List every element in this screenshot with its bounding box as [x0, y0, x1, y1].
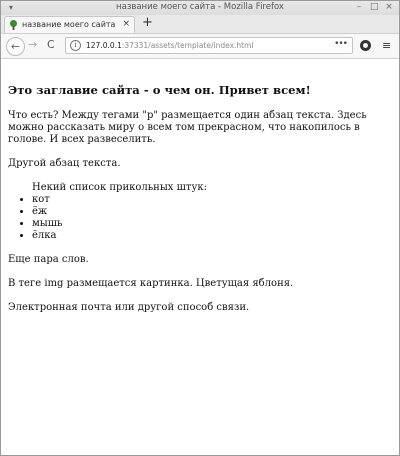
- list-intro: Некий список прикольных штук:: [32, 182, 207, 193]
- paragraph-intro: Что есть? Между тегами "p" размещается о…: [8, 110, 367, 145]
- list-item: кот: [32, 194, 392, 206]
- paragraph-words: Еще пара слов.: [8, 254, 89, 265]
- site-info-icon[interactable]: i: [70, 40, 81, 51]
- fun-things-list: кот ёж мышь ёлка: [8, 194, 392, 242]
- list-item: мышь: [32, 218, 392, 230]
- minimize-button[interactable]: –: [355, 2, 363, 12]
- new-tab-button[interactable]: +: [142, 16, 153, 30]
- maximize-button[interactable]: □: [370, 2, 379, 12]
- navigation-toolbar: ← → C i 127.0.0.1:37331/assets/template/…: [1, 34, 399, 59]
- back-button[interactable]: ←: [6, 37, 25, 56]
- page-content: Это заглавие сайта - о чем он. Привет вс…: [1, 59, 399, 455]
- title-bar: ▾ название моего сайта - Mozilla Firefox…: [1, 1, 399, 15]
- address-bar[interactable]: i 127.0.0.1:37331/assets/template/index.…: [65, 37, 353, 54]
- url-text[interactable]: 127.0.0.1:37331/assets/template/index.ht…: [86, 41, 253, 50]
- close-window-button[interactable]: ×: [385, 2, 393, 12]
- list-item: ёж: [32, 206, 392, 218]
- browser-window: ▾ название моего сайта - Mozilla Firefox…: [0, 0, 400, 456]
- reload-button[interactable]: C: [47, 38, 55, 51]
- tree-favicon-icon: [10, 20, 17, 30]
- tab-active[interactable]: название моего сайта ×: [4, 16, 135, 33]
- url-path: :37331/assets/template/index.html: [121, 41, 254, 50]
- page-heading: Это заглавие сайта - о чем он. Привет вс…: [8, 83, 311, 97]
- paragraph-image-note: В теге img размещается картинка. Цветуща…: [8, 278, 294, 289]
- tab-close-icon[interactable]: ×: [122, 19, 130, 29]
- list-item: ёлка: [32, 230, 392, 242]
- paragraph-contact: Электронная почта или другой способ связ…: [8, 302, 250, 313]
- window-title: название моего сайта - Mozilla Firefox: [116, 2, 284, 12]
- tab-title: название моего сайта: [22, 20, 116, 29]
- hamburger-menu-icon[interactable]: ≡: [382, 39, 391, 52]
- extension-icon[interactable]: [360, 40, 371, 51]
- forward-button[interactable]: →: [28, 38, 37, 51]
- paragraph-second: Другой абзац текста.: [8, 158, 121, 169]
- tab-bar: название моего сайта × +: [1, 15, 399, 34]
- window-controls: – □ ×: [355, 2, 393, 12]
- url-host: 127.0.0.1: [86, 41, 122, 50]
- page-actions-icon[interactable]: •••: [334, 39, 348, 49]
